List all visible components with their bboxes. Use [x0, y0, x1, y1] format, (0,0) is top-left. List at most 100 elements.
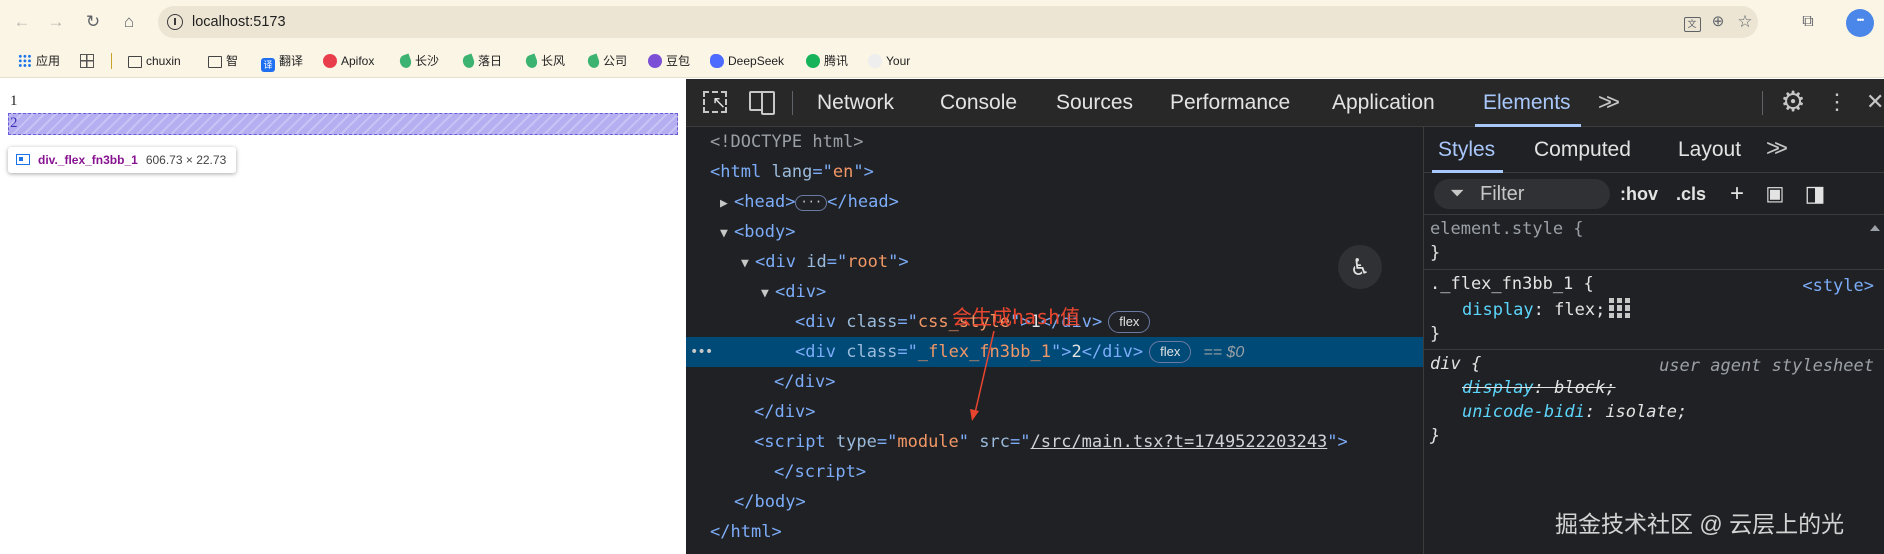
device-toolbar-icon[interactable]: [749, 91, 775, 115]
folder-icon: [208, 56, 222, 68]
dom-node-root-close[interactable]: </div>: [686, 397, 1423, 427]
dom-node-script[interactable]: <script type="module" src="/src/main.tsx…: [686, 427, 1423, 457]
apifox-icon: [323, 54, 337, 68]
property-value: flex;: [1554, 300, 1606, 320]
bookmark-doubao[interactable]: 豆包: [648, 44, 690, 78]
property-value: block;: [1554, 378, 1616, 398]
translate-icon[interactable]: 文: [1682, 12, 1702, 32]
grid-icon: [80, 54, 94, 68]
tab-application[interactable]: Application: [1332, 79, 1435, 127]
collapsed-ellipsis-badge[interactable]: ···: [795, 195, 828, 211]
zoom-icon[interactable]: ⊕: [1708, 12, 1728, 32]
tab-network[interactable]: Network: [817, 79, 894, 127]
bookmark-fanyi[interactable]: 译翻译: [261, 44, 303, 78]
bookmark-tengxun[interactable]: 腾讯: [806, 44, 848, 78]
bookmark-apps[interactable]: 应用: [18, 44, 60, 78]
hover-state-button[interactable]: :hov: [1620, 179, 1658, 209]
bookmark-changsha[interactable]: 长沙: [398, 44, 440, 78]
toolbar-divider: [792, 91, 793, 115]
dom-node-doctype[interactable]: <!DOCTYPE html>: [686, 127, 1423, 157]
bookmark-gongsi[interactable]: 公司: [586, 44, 627, 78]
tab-performance[interactable]: Performance: [1170, 79, 1290, 127]
flex-badge[interactable]: flex: [1149, 341, 1192, 363]
reload-icon[interactable]: ↻: [82, 11, 104, 33]
collapse-triangle-icon[interactable]: ▼: [761, 279, 775, 309]
dom-node-head[interactable]: ▶ <head> ··· </head>: [686, 187, 1423, 217]
overridden-declaration[interactable]: display: block;: [1462, 376, 1616, 400]
new-rule-plus-icon[interactable]: +: [1724, 179, 1750, 209]
tab-console[interactable]: Console: [940, 79, 1017, 127]
script-src-link[interactable]: /src/main.tsx?t=1749522203243: [1030, 432, 1327, 452]
bookmark-grid[interactable]: [80, 44, 98, 78]
sidebar-tabs: Styles Computed Layout >>: [1424, 127, 1884, 173]
dom-node-script-close[interactable]: </script>: [686, 457, 1423, 487]
flex-badge[interactable]: flex: [1108, 311, 1151, 333]
flex-selector[interactable]: ._flex_fn3bb_1 {: [1430, 272, 1594, 296]
bookmark-deepseek[interactable]: DeepSeek: [710, 44, 784, 78]
tab-layout[interactable]: Layout: [1678, 127, 1741, 173]
bookmark-label: 落日: [478, 54, 503, 68]
more-tabs-chevron-icon[interactable]: >>: [1766, 135, 1788, 163]
tab-elements[interactable]: Elements: [1475, 79, 1581, 127]
bookmark-chuxin[interactable]: chuxin: [128, 44, 181, 78]
bookmark-star-icon[interactable]: ☆: [1735, 12, 1755, 32]
bookmark-luori[interactable]: 落日: [461, 44, 503, 78]
profile-avatar[interactable]: [1846, 9, 1874, 37]
more-options-icon[interactable]: ⋮: [1826, 87, 1848, 117]
url-text[interactable]: localhost:5173: [192, 6, 286, 38]
accessibility-icon[interactable]: ♿: [1338, 245, 1382, 289]
bookmark-label: 长沙: [415, 54, 440, 68]
forward-arrow-icon[interactable]: →: [45, 11, 67, 33]
row-actions-ellipsis-icon[interactable]: •••: [690, 337, 713, 367]
script-type-value: module: [897, 432, 959, 452]
site-info-icon[interactable]: [167, 14, 183, 30]
class-toggle-button[interactable]: .cls: [1676, 179, 1706, 209]
highlighted-flex-div[interactable]: 2: [8, 113, 678, 135]
style-origin-link[interactable]: <style>: [1802, 274, 1874, 298]
back-arrow-icon[interactable]: ←: [11, 11, 33, 33]
settings-gear-icon[interactable]: ⚙: [1778, 87, 1808, 117]
dom-node-body[interactable]: ▼ <body>: [686, 217, 1423, 247]
inspect-element-icon[interactable]: [703, 91, 727, 113]
toggle-sidebar-icon[interactable]: ◨: [1802, 179, 1828, 209]
styles-filter-input[interactable]: ⏷ Filter: [1434, 179, 1610, 209]
rule-element-style: element.style { }: [1424, 215, 1884, 269]
scroll-up-arrow-icon[interactable]: [1870, 225, 1880, 231]
bookmark-zhi[interactable]: 智: [208, 44, 238, 78]
address-bar[interactable]: localhost:5173 文 ⊕ ☆: [158, 6, 1758, 38]
tooltip-element-name: div._flex_fn3bb_1: [38, 153, 138, 167]
flex-layout-icon: [16, 154, 30, 165]
element-style-selector[interactable]: element.style {: [1430, 217, 1584, 241]
tooltip-size: 606.73 × 22.73: [145, 153, 227, 167]
styles-toolbar: ⏷ Filter :hov .cls + ▣ ◨: [1424, 173, 1884, 215]
tab-computed[interactable]: Computed: [1534, 127, 1631, 173]
home-icon[interactable]: ⌂: [118, 11, 140, 33]
dom-node-div-close[interactable]: </div>: [686, 367, 1423, 397]
dom-node-html[interactable]: <html lang="en">: [686, 157, 1423, 187]
flex-declaration[interactable]: display: flex;: [1462, 298, 1632, 322]
flexbox-editor-icon[interactable]: [1609, 298, 1632, 318]
annotation-arrow: [970, 330, 995, 421]
doubao-icon: [648, 54, 662, 68]
collapse-triangle-icon[interactable]: ▼: [741, 249, 755, 279]
expand-triangle-icon[interactable]: ▶: [720, 189, 734, 219]
dom-node-body-close[interactable]: </body>: [686, 487, 1423, 517]
tab-sources[interactable]: Sources: [1056, 79, 1133, 127]
close-icon[interactable]: ✕: [1866, 87, 1884, 117]
dom-node-flex-selected[interactable]: ••• <div class="_flex_fn3bb_1">2</div> fle…: [686, 337, 1423, 367]
paint-brush-icon[interactable]: ▣: [1762, 179, 1788, 209]
more-tabs-chevron-icon[interactable]: >>: [1598, 89, 1620, 117]
tencent-icon: [806, 54, 820, 68]
ua-declaration[interactable]: unicode-bidi: isolate;: [1462, 400, 1687, 424]
tab-styles[interactable]: Styles: [1431, 127, 1504, 173]
bookmark-apifox[interactable]: Apifox: [323, 44, 374, 78]
bookmark-your[interactable]: Your: [868, 44, 910, 78]
dom-node-html-close[interactable]: </html>: [686, 517, 1423, 547]
extensions-icon[interactable]: ⧉: [1797, 11, 1819, 33]
dom-node-root[interactable]: ▼ <div id="root">: [686, 247, 1423, 277]
bookmark-label: 智: [226, 54, 239, 68]
collapse-triangle-icon[interactable]: ▼: [720, 219, 734, 249]
bookmark-changfeng[interactable]: 长风: [524, 44, 565, 78]
selected-node-marker: == $0: [1203, 344, 1245, 361]
ua-selector[interactable]: div {: [1430, 352, 1481, 376]
